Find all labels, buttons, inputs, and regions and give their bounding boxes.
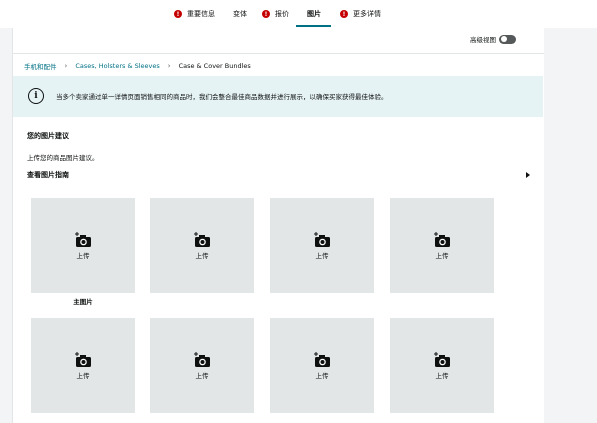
tab-variations[interactable]: 变体 <box>233 7 247 21</box>
advanced-view-toggle[interactable] <box>499 34 516 44</box>
error-icon: ! <box>340 10 348 18</box>
tab-important-info[interactable]: ! 重要信息 <box>174 7 215 21</box>
image-upload-slot[interactable]: 上传 <box>390 318 494 413</box>
add-camera-icon <box>74 231 92 248</box>
image-upload-slot[interactable]: 上传 <box>150 198 254 293</box>
add-camera-icon <box>74 351 92 368</box>
add-camera-icon <box>433 351 451 368</box>
info-text: 当多个卖家通过单一详情页面销售相同的商品时，我们会整合最佳商品数据并进行展示，以… <box>56 93 388 101</box>
tab-offer[interactable]: ! 报价 <box>262 7 289 21</box>
tab-label: 图片 <box>307 10 321 18</box>
image-upload-slot[interactable]: 上传 <box>270 198 374 293</box>
main-image-upload-slot[interactable]: 上传 <box>31 198 135 293</box>
image-guide-label: 查看图片指南 <box>27 171 69 179</box>
breadcrumb: 手机和配件 › Cases, Holsters & Sleeves › Case… <box>24 61 251 71</box>
add-camera-icon <box>313 231 331 248</box>
add-camera-icon <box>193 351 211 368</box>
right-gutter <box>544 28 597 423</box>
advanced-view-label: 高级视图 <box>470 36 496 44</box>
add-camera-icon <box>193 231 211 248</box>
info-icon: i <box>28 88 44 104</box>
breadcrumb-item[interactable]: Cases, Holsters & Sleeves <box>75 62 159 70</box>
section-title: 您的图片建议 <box>27 132 69 140</box>
tab-images[interactable]: 图片 <box>307 7 321 21</box>
expand-arrow-icon <box>526 172 530 178</box>
upload-label: 上传 <box>76 371 90 380</box>
active-tab-indicator <box>296 25 331 27</box>
breadcrumb-item[interactable]: 手机和配件 <box>24 61 57 71</box>
info-banner: i 当多个卖家通过单一详情页面销售相同的商品时，我们会整合最佳商品数据并进行展示… <box>13 76 543 117</box>
tab-more-details[interactable]: ! 更多详情 <box>340 7 381 21</box>
section-subtitle: 上传您的商品图片建议。 <box>27 154 99 162</box>
image-upload-slot[interactable]: 上传 <box>31 318 135 413</box>
divider <box>12 53 544 54</box>
image-upload-slot[interactable]: 上传 <box>390 198 494 293</box>
tab-label: 报价 <box>275 10 289 18</box>
tab-bar: ! 重要信息 变体 ! 报价 图片 ! 更多详情 <box>0 0 597 28</box>
upload-label: 上传 <box>435 251 449 260</box>
upload-label: 上传 <box>195 251 209 260</box>
add-camera-icon <box>313 351 331 368</box>
upload-label: 上传 <box>315 251 329 260</box>
left-gutter <box>0 28 12 423</box>
upload-label: 上传 <box>315 371 329 380</box>
chevron-right-icon: › <box>64 62 68 70</box>
error-icon: ! <box>174 10 182 18</box>
add-camera-icon <box>433 231 451 248</box>
tab-label: 变体 <box>233 10 247 18</box>
upload-label: 上传 <box>76 251 90 260</box>
upload-label: 上传 <box>195 371 209 380</box>
error-icon: ! <box>262 10 270 18</box>
page: ! 重要信息 变体 ! 报价 图片 ! 更多详情 高级视图 手机和配件 › Ca… <box>0 0 597 423</box>
image-guide-toggle[interactable]: 查看图片指南 <box>27 170 530 180</box>
breadcrumb-item-current: Case & Cover Bundles <box>178 62 251 70</box>
tab-label: 重要信息 <box>187 10 215 18</box>
advanced-view-toggle-row: 高级视图 <box>470 34 516 44</box>
tab-label: 更多详情 <box>353 10 381 18</box>
chevron-right-icon: › <box>167 62 171 70</box>
image-upload-slot[interactable]: 上传 <box>270 318 374 413</box>
main-image-caption: 主图片 <box>73 298 93 306</box>
image-upload-slot[interactable]: 上传 <box>150 318 254 413</box>
upload-label: 上传 <box>435 371 449 380</box>
